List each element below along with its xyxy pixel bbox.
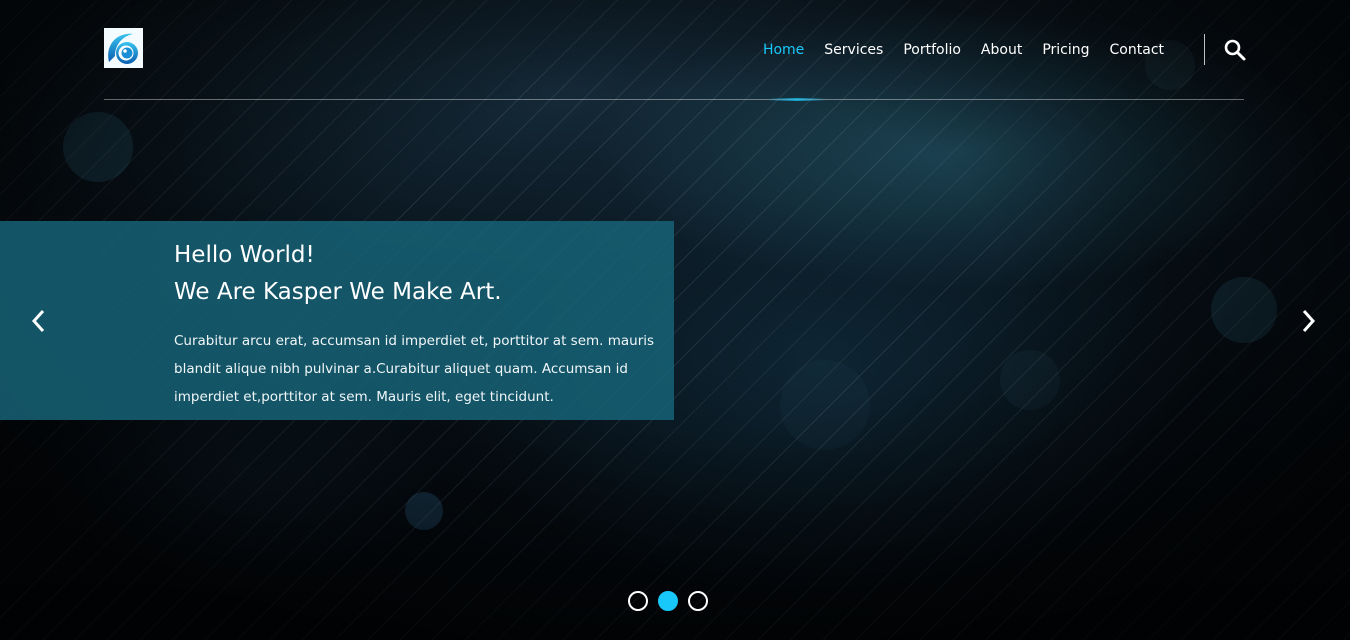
slider-dot-2[interactable] (658, 591, 678, 611)
nav-active-indicator (768, 98, 826, 101)
nav-divider (1204, 34, 1205, 65)
slider-indicators (628, 591, 718, 611)
slider-dot-1[interactable] (628, 591, 648, 611)
slide-title: Hello World! We Are Kasper We Make Art. (174, 237, 654, 311)
kasper-logo-icon[interactable] (104, 28, 143, 68)
nav-item-contact[interactable]: Contact (1110, 40, 1164, 60)
nav-item-home[interactable]: Home (763, 40, 804, 60)
chevron-right-icon[interactable] (1296, 307, 1322, 335)
main-nav: Home Services Portfolio About Pricing Co… (743, 40, 1164, 60)
slider-dot-3[interactable] (688, 591, 708, 611)
nav-item-pricing[interactable]: Pricing (1042, 40, 1089, 60)
nav-item-services[interactable]: Services (824, 40, 883, 60)
slide-description: Curabitur arcu erat, accumsan id imperdi… (174, 333, 655, 405)
chevron-left-icon[interactable] (26, 307, 52, 335)
search-icon[interactable] (1223, 38, 1247, 62)
slide-title-line2: We Are Kasper We Make Art. (174, 279, 502, 305)
nav-item-about[interactable]: About (981, 40, 1022, 60)
slide-title-line1: Hello World! (174, 242, 315, 268)
nav-item-portfolio[interactable]: Portfolio (903, 40, 961, 60)
slide-caption: Hello World! We Are Kasper We Make Art. … (0, 221, 674, 420)
site-header: Home Services Portfolio About Pricing Co… (104, 0, 1247, 101)
